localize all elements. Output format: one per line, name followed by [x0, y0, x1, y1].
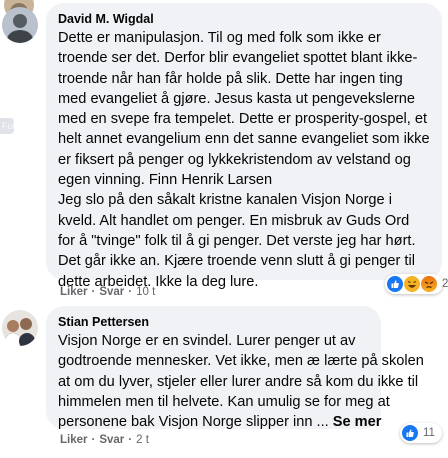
comment-line: personene bak Visjon Norge slipper inn .… — [58, 414, 329, 431]
comment-line: troende når han får holde på slik. Dette… — [58, 70, 403, 87]
separator: · — [91, 434, 96, 446]
avatar-stian[interactable] — [2, 310, 38, 346]
comment-line: kveld. Alt handlet om penger. En misbruk… — [58, 212, 410, 229]
reaction-count: 25 — [442, 278, 448, 290]
comment-bubble-1: David M. Wigdal Dette er manipulasjon. T… — [46, 3, 442, 290]
like-icon — [387, 276, 403, 292]
comment-actions-2: Liker · Svar · 2 t — [60, 434, 149, 446]
comment-line: med en svepe fra tempelet. Dette er pros… — [58, 111, 428, 128]
comment-author[interactable]: Stian Pettersen — [58, 315, 149, 329]
timestamp[interactable]: 2 t — [136, 434, 149, 446]
comment-line: Visjon Norge er en svindel. Lurer penger… — [58, 333, 356, 349]
separator: · — [128, 286, 133, 298]
like-icon — [402, 425, 418, 441]
comment-line: himmelen men til helvete. Kan umulig se … — [58, 393, 390, 410]
comment-line: egen vinning. Finn Henrik Larsen — [58, 172, 273, 189]
reply-link[interactable]: Svar — [99, 286, 124, 298]
comment-line: Det går ikke an. Kjære troende venn slut… — [58, 253, 415, 270]
comment-line: med evangeliet å gjøre. Jesus kasta ut p… — [58, 90, 415, 107]
separator: · — [91, 286, 96, 298]
comment-actions-1: Liker · Svar · 10 t — [60, 286, 155, 298]
haha-icon — [404, 276, 420, 292]
comment-line: er fiksert på penger og lykkekristendom … — [58, 151, 411, 168]
fullscreen-tab: Fullskjerm — [0, 118, 14, 134]
comment-line: for å "tvinge" folk til å gi penger. Det… — [58, 232, 416, 249]
reaction-summary-1[interactable]: 25 — [385, 274, 448, 294]
reaction-count: 11 — [423, 427, 435, 439]
avatar-david[interactable] — [2, 7, 38, 43]
comment-line: troende ser det. Derfor blir evangeliet … — [58, 50, 418, 67]
reaction-summary-2[interactable]: 11 — [400, 423, 442, 443]
comment-line: helt annet evangelium enn det sanne evan… — [58, 131, 430, 148]
comment-line: Dette er manipulasjon. Til og med folk s… — [58, 30, 381, 46]
comment-line: at om du lyver, stjeler eller lurer andr… — [58, 373, 419, 390]
reply-link[interactable]: Svar — [99, 434, 124, 446]
like-link[interactable]: Liker — [60, 434, 88, 446]
comment-author[interactable]: David M. Wigdal — [58, 12, 154, 26]
see-more-link[interactable]: Se mer — [333, 414, 382, 430]
like-link[interactable]: Liker — [60, 286, 88, 298]
comment-bubble-2: Stian Pettersen Visjon Norge er en svind… — [46, 306, 424, 430]
comment-line: godtroende mennesker. Vet ikke, men æ læ… — [58, 353, 424, 370]
comment-text: Visjon Norge er en svindel. Lurer penger… — [58, 331, 424, 432]
comment-text: Dette er manipulasjon. Til og med folk s… — [58, 28, 430, 292]
comment-line: Jeg slo på den såkalt kristne kanalen Vi… — [58, 192, 392, 209]
timestamp[interactable]: 10 t — [136, 286, 155, 298]
angry-icon — [421, 276, 437, 292]
separator: · — [128, 434, 133, 446]
